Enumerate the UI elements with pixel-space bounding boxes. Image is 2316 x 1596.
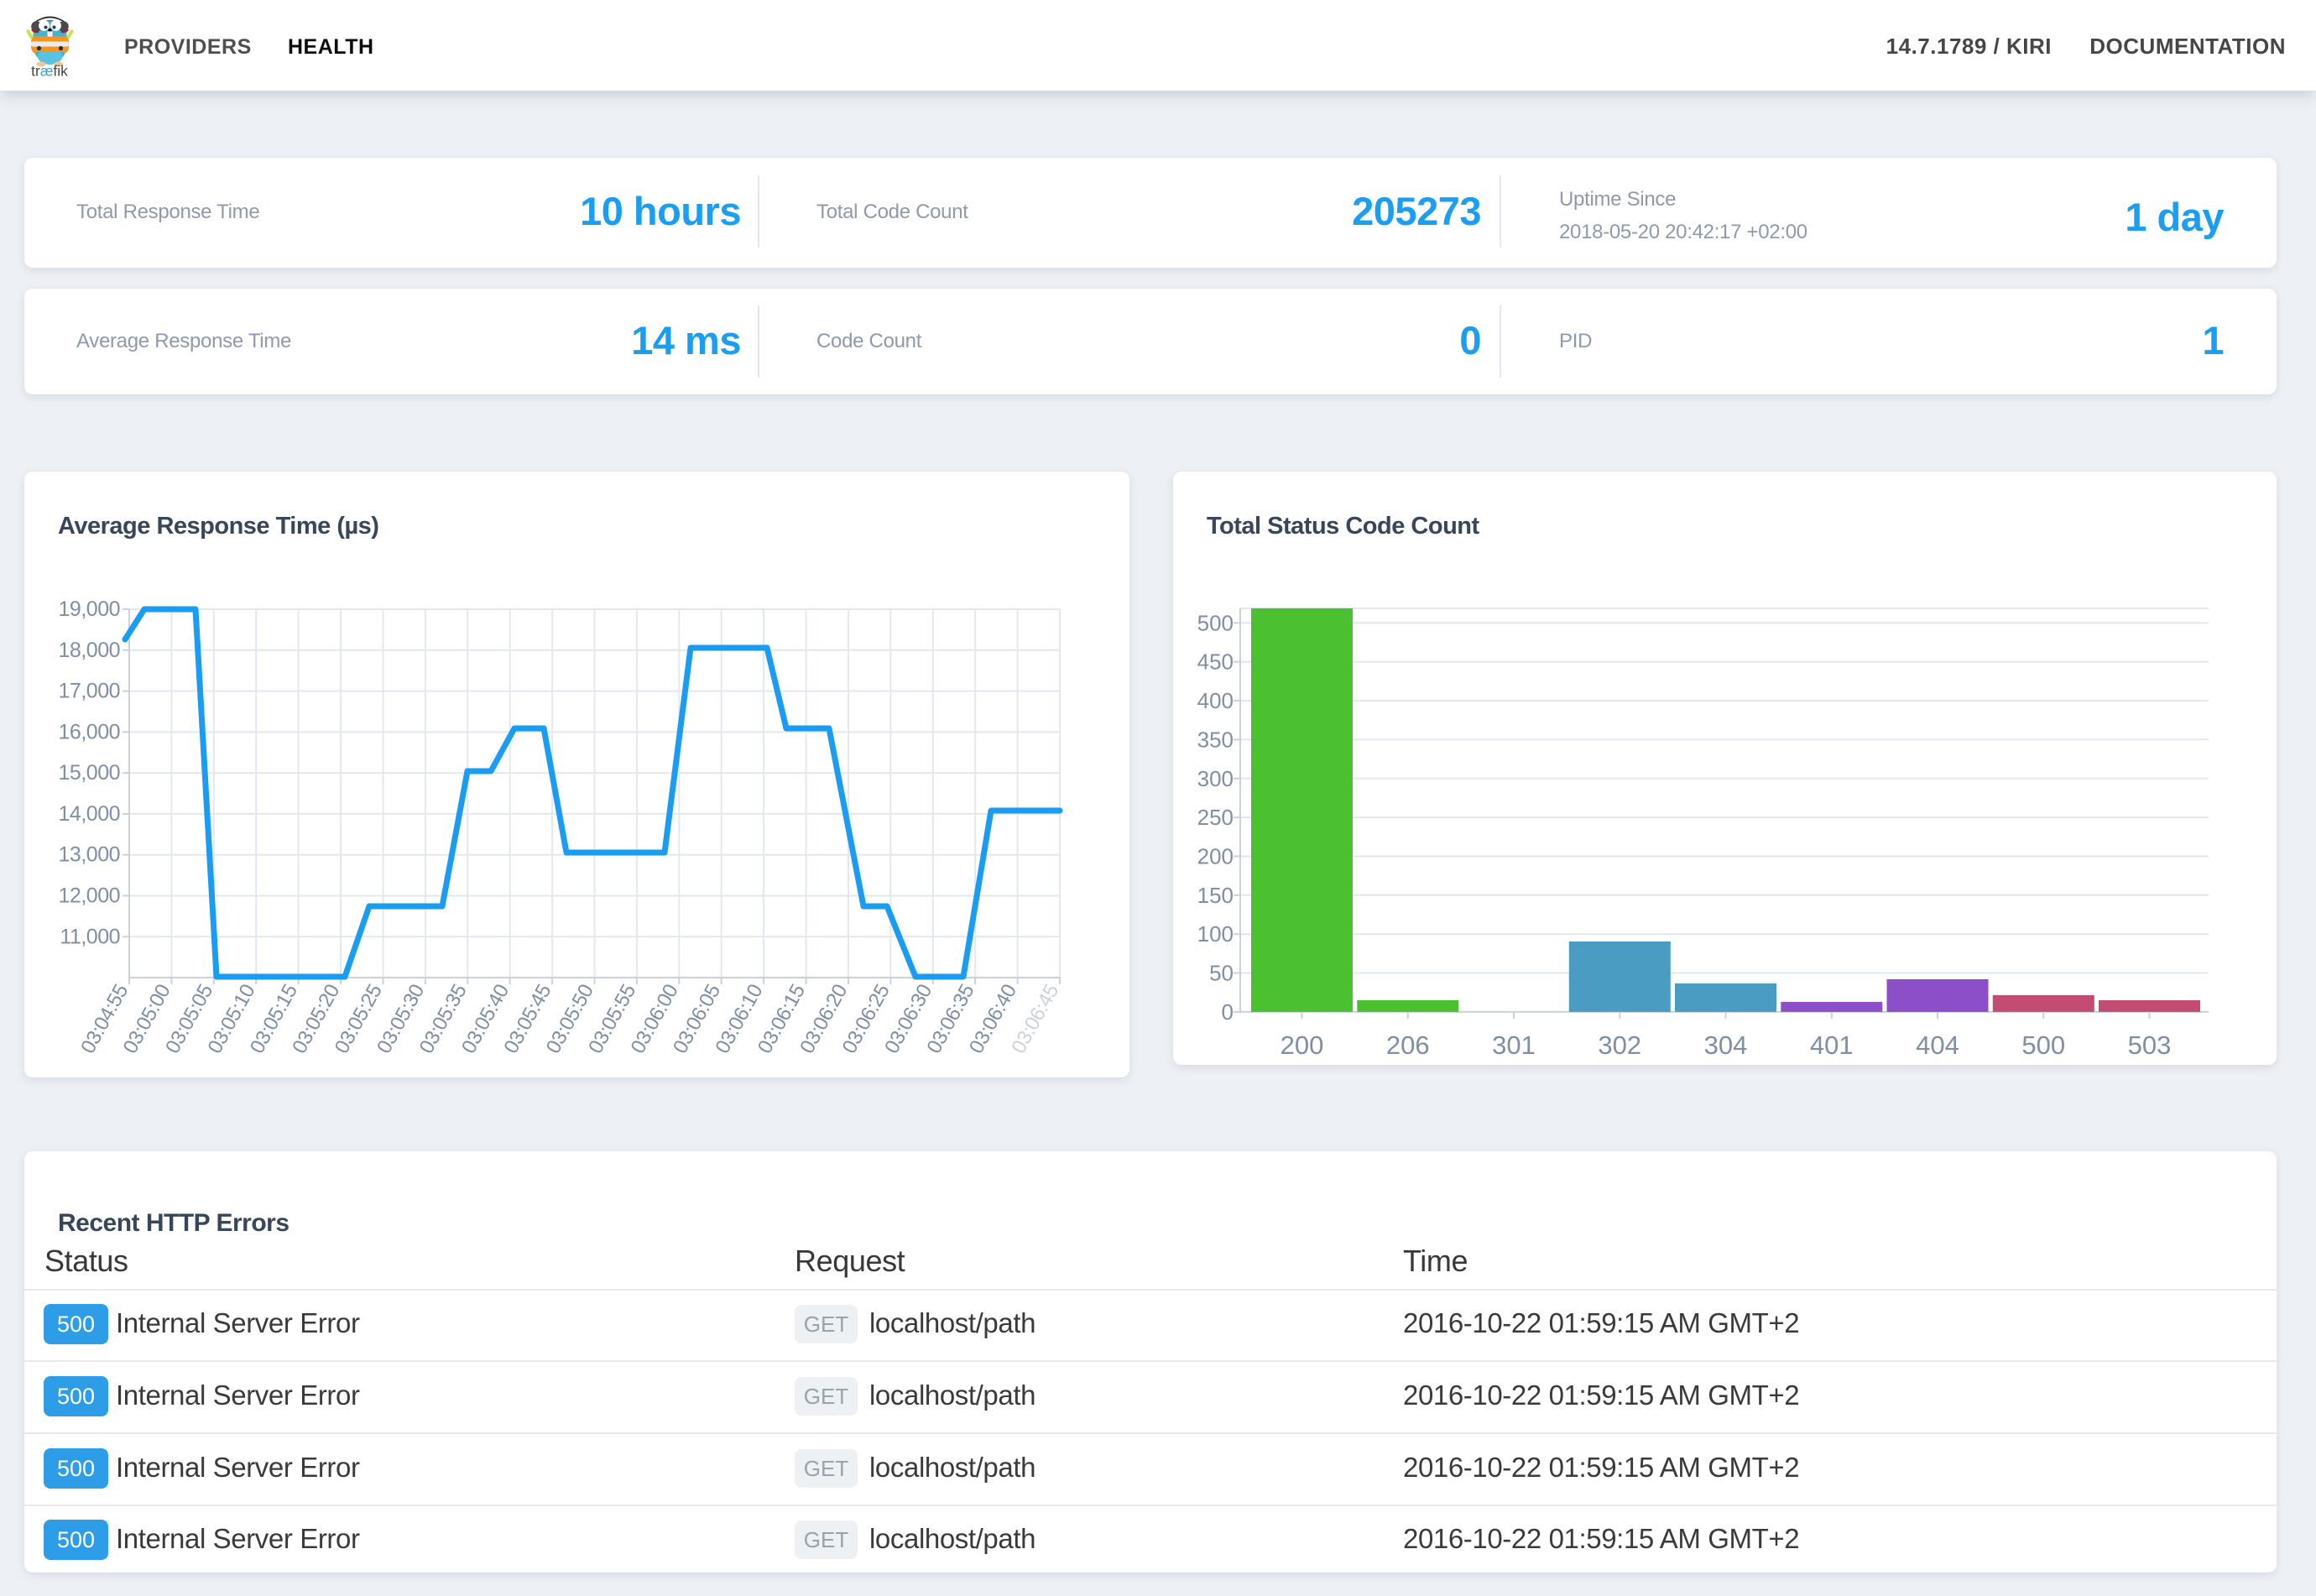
svg-text:401: 401 bbox=[1810, 1030, 1854, 1060]
svg-text:100: 100 bbox=[1197, 921, 1234, 947]
svg-text:200: 200 bbox=[1197, 844, 1234, 869]
svg-text:50: 50 bbox=[1209, 961, 1234, 986]
svg-text:16,000: 16,000 bbox=[59, 720, 120, 743]
svg-text:500: 500 bbox=[1197, 610, 1234, 635]
svg-text:350: 350 bbox=[1197, 727, 1234, 752]
svg-text:250: 250 bbox=[1197, 805, 1234, 830]
svg-text:14,000: 14,000 bbox=[59, 802, 120, 826]
svg-text:11,000: 11,000 bbox=[60, 925, 120, 948]
svg-text:302: 302 bbox=[1598, 1030, 1641, 1060]
svg-text:301: 301 bbox=[1492, 1030, 1536, 1060]
svg-text:450: 450 bbox=[1197, 649, 1234, 675]
svg-text:500: 500 bbox=[2021, 1030, 2065, 1060]
svg-text:17,000: 17,000 bbox=[59, 680, 120, 703]
svg-text:206: 206 bbox=[1386, 1030, 1430, 1060]
svg-text:13,000: 13,000 bbox=[59, 843, 120, 867]
svg-text:18,000: 18,000 bbox=[59, 639, 120, 662]
svg-text:400: 400 bbox=[1197, 688, 1234, 713]
svg-text:12,000: 12,000 bbox=[59, 884, 120, 908]
svg-text:19,000: 19,000 bbox=[59, 597, 120, 621]
svg-text:503: 503 bbox=[2128, 1030, 2172, 1060]
svg-text:304: 304 bbox=[1704, 1030, 1748, 1060]
svg-text:300: 300 bbox=[1197, 766, 1234, 791]
svg-text:150: 150 bbox=[1197, 883, 1234, 908]
svg-text:15,000: 15,000 bbox=[59, 761, 120, 785]
svg-text:404: 404 bbox=[1916, 1030, 1959, 1060]
svg-text:træfik: træfik bbox=[31, 63, 68, 80]
svg-text:200: 200 bbox=[1281, 1030, 1324, 1060]
svg-text:0: 0 bbox=[1222, 999, 1234, 1025]
